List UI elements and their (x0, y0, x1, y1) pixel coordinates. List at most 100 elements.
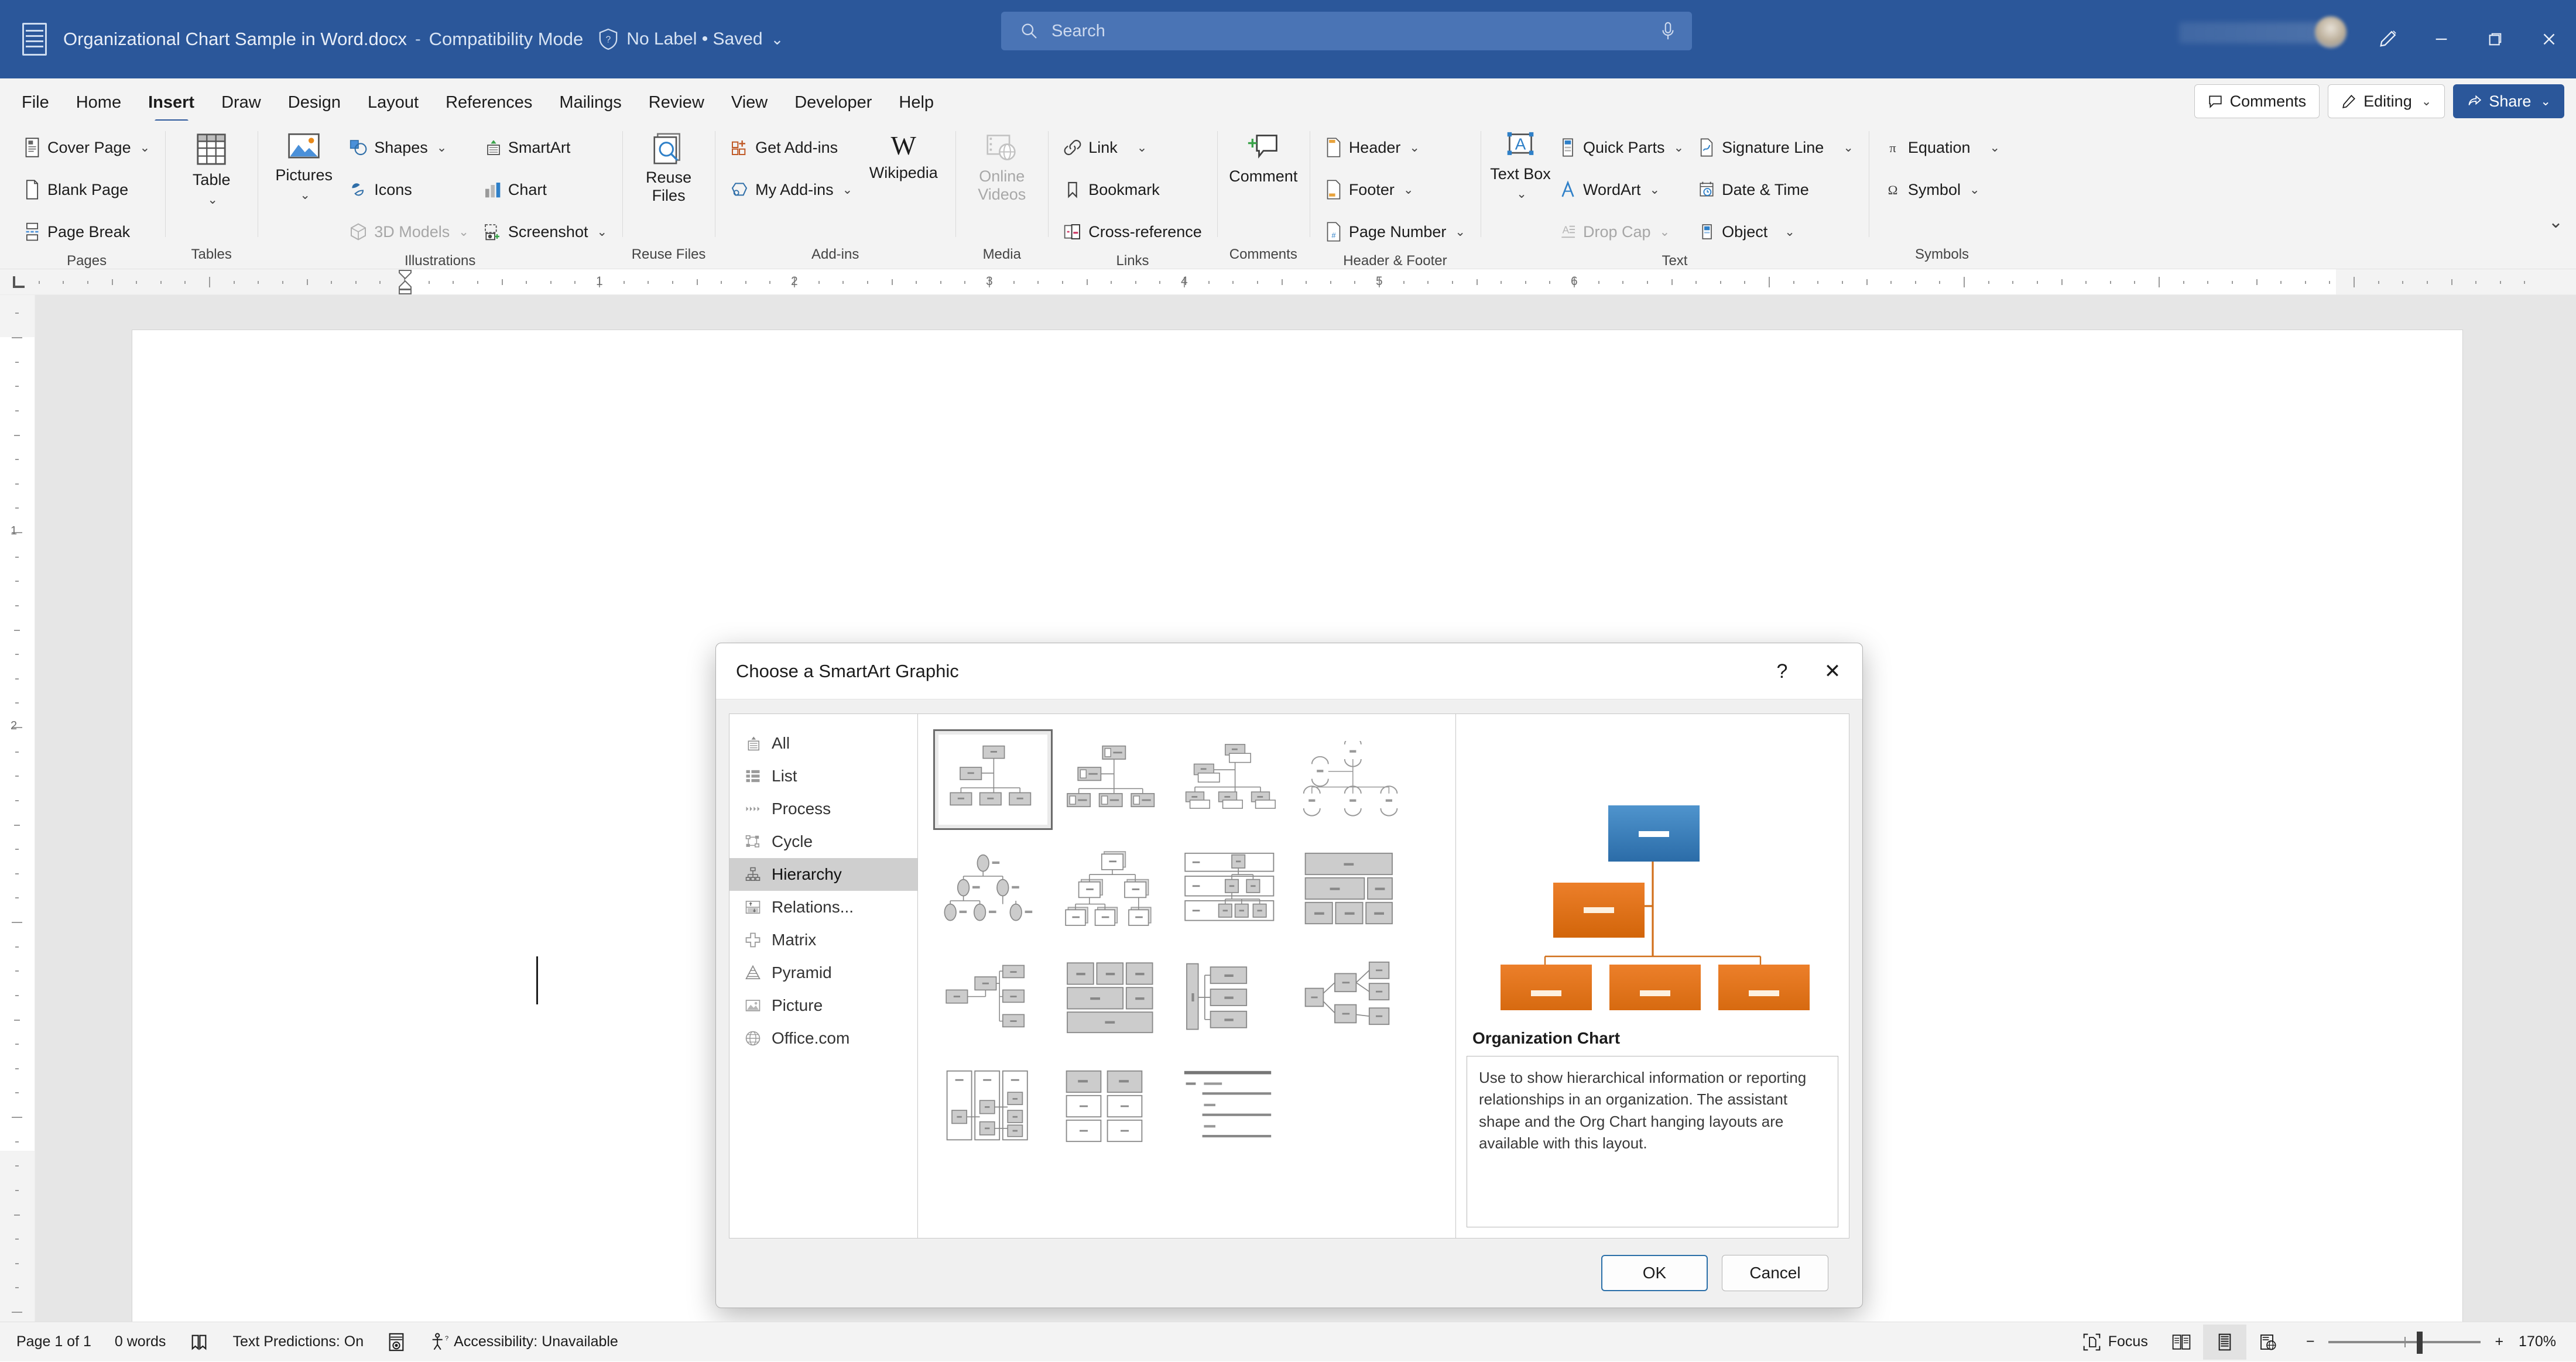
document-title[interactable]: Organizational Chart Sample in Word.docx (63, 29, 407, 50)
category-item-cycle[interactable]: Cycle (729, 825, 917, 858)
search-input[interactable] (1051, 21, 1659, 41)
tab-design[interactable]: Design (275, 85, 354, 121)
category-item-relationship[interactable]: Relations... (729, 891, 917, 924)
tab-developer[interactable]: Developer (781, 85, 885, 121)
chevron-down-icon[interactable]: ⌄ (771, 30, 784, 49)
tab-file[interactable]: File (8, 85, 63, 121)
avatar[interactable] (2315, 16, 2347, 48)
tab-mailings[interactable]: Mailings (546, 85, 635, 121)
gallery-item-labeled-hierarchy[interactable] (1053, 838, 1172, 939)
link-button[interactable]: Link ⌄ (1056, 126, 1209, 169)
page-count[interactable]: Page 1 of 1 (0, 1322, 103, 1362)
gallery-item-horizontal-multi-level-hierarchy[interactable] (1292, 947, 1411, 1048)
pictures-button[interactable]: Pictures ⌄ (266, 126, 342, 203)
equation-button[interactable]: π Equation ⌄ (1877, 126, 2007, 169)
gallery-item-table-hierarchy[interactable] (1172, 838, 1292, 939)
accessibility-icon[interactable]: ? (417, 1322, 454, 1362)
search-box[interactable] (1001, 12, 1692, 50)
object-button[interactable]: Object ⌄ (1691, 211, 1861, 253)
bookmark-button[interactable]: Bookmark (1056, 169, 1209, 211)
close-icon[interactable]: ✕ (1806, 643, 1859, 699)
gallery-item-hierarchy-list[interactable] (1053, 947, 1172, 1048)
shapes-button[interactable]: Shapes ⌄ (342, 126, 476, 169)
zoom-in-button[interactable]: + (2491, 1322, 2507, 1362)
tab-home[interactable]: Home (63, 85, 135, 121)
zoom-level[interactable]: 170% (2507, 1322, 2576, 1362)
chart-button[interactable]: Chart (476, 169, 614, 211)
page-break-button[interactable]: Page Break (16, 211, 157, 253)
indent-marker-icon[interactable] (397, 269, 413, 294)
gallery-item-picture-organization-chart[interactable] (1172, 1056, 1292, 1157)
tab-layout[interactable]: Layout (354, 85, 432, 121)
symbol-button[interactable]: Ω Symbol ⌄ (1877, 169, 2007, 211)
cancel-button[interactable]: Cancel (1722, 1255, 1828, 1291)
zoom-out-button[interactable]: − (2290, 1322, 2318, 1362)
table-button[interactable]: Table ⌄ (173, 126, 249, 207)
gallery-item-organization-chart[interactable] (933, 729, 1053, 830)
zoom-slider-thumb[interactable] (2417, 1331, 2423, 1354)
gallery-item-circle-picture-hierarchy[interactable] (1292, 729, 1411, 830)
text-predictions-status[interactable]: Text Predictions: On (221, 1322, 375, 1362)
reuse-files-button[interactable]: Reuse Files (631, 126, 707, 205)
share-button[interactable]: Share ⌄ (2453, 84, 2564, 118)
category-item-picture[interactable]: Picture (729, 989, 917, 1022)
gallery-item-architecture-layout[interactable] (1292, 838, 1411, 939)
text-box-button[interactable]: A Text Box ⌄ (1489, 126, 1552, 201)
gallery-item-half-circle-organization-chart[interactable] (1172, 729, 1292, 830)
gallery-item-lined-list[interactable] (1053, 1056, 1172, 1157)
quick-parts-button[interactable]: Quick Parts ⌄ (1552, 126, 1691, 169)
tab-draw[interactable]: Draw (208, 85, 275, 121)
gallery-item-horizontal-organization-chart[interactable] (933, 947, 1053, 1048)
get-addins-button[interactable]: Get Add-ins (723, 126, 859, 169)
category-item-pyramid[interactable]: Pyramid (729, 956, 917, 989)
smartart-button[interactable]: SmartArt (476, 126, 614, 169)
web-layout-icon[interactable] (2246, 1325, 2290, 1360)
proofing-errors-icon[interactable] (177, 1322, 221, 1362)
date-time-button[interactable]: Date & Time (1691, 169, 1861, 211)
category-item-list[interactable]: List (729, 760, 917, 793)
icons-button[interactable]: Icons (342, 169, 476, 211)
header-button[interactable]: Header ⌄ (1318, 126, 1472, 169)
print-layout-icon[interactable] (2202, 1324, 2246, 1360)
microphone-icon[interactable] (1659, 21, 1677, 41)
accessibility-status[interactable]: Accessibility: Unavailable (454, 1322, 630, 1362)
category-item-office-com[interactable]: Office.com (729, 1022, 917, 1055)
horizontal-ruler[interactable]: 1 2 3 4 5 6 (0, 269, 2576, 295)
minimize-icon[interactable] (2414, 0, 2468, 78)
close-icon[interactable] (2522, 0, 2576, 78)
tab-insert[interactable]: Insert (135, 85, 208, 121)
gallery-item-horizontal-labeled-hierarchy[interactable] (933, 1056, 1053, 1157)
comment-button[interactable]: Comment (1225, 126, 1301, 186)
vertical-ruler[interactable]: 12 (0, 295, 35, 1322)
screenshot-button[interactable]: Screenshot ⌄ (476, 211, 614, 253)
focus-button[interactable]: Focus (2071, 1322, 2160, 1362)
help-icon[interactable]: ? (1756, 643, 1808, 699)
cover-page-button[interactable]: Cover Page ⌄ (16, 126, 157, 169)
record-icon[interactable] (375, 1322, 417, 1362)
pen-highlighter-icon[interactable] (2361, 0, 2414, 78)
gallery-item-name-and-title-organization-chart[interactable] (1053, 729, 1172, 830)
footer-button[interactable]: Footer ⌄ (1318, 169, 1472, 211)
tab-review[interactable]: Review (635, 85, 718, 121)
category-item-hierarchy[interactable]: Hierarchy (729, 858, 917, 891)
save-status-label[interactable]: No Label • Saved (626, 29, 762, 49)
category-item-all[interactable]: All (729, 727, 917, 760)
my-addins-button[interactable]: My Add-ins ⌄ (723, 169, 859, 211)
tab-references[interactable]: References (432, 85, 546, 121)
comments-button[interactable]: Comments (2194, 84, 2320, 118)
gallery-item-horizontal-hierarchy[interactable] (1172, 947, 1292, 1048)
wikipedia-button[interactable]: W Wikipedia (859, 126, 947, 182)
zoom-slider[interactable] (2328, 1331, 2481, 1354)
editing-button[interactable]: Editing ⌄ (2328, 84, 2445, 118)
page-number-button[interactable]: # Page Number ⌄ (1318, 211, 1472, 253)
gallery-item-hierarchy[interactable] (933, 838, 1053, 939)
read-mode-icon[interactable] (2160, 1325, 2203, 1360)
category-item-process[interactable]: Process (729, 793, 917, 825)
blank-page-button[interactable]: Blank Page (16, 169, 157, 211)
wordart-button[interactable]: WordArt ⌄ (1552, 169, 1691, 211)
word-count[interactable]: 0 words (103, 1322, 178, 1362)
user-account-name[interactable] (2179, 22, 2331, 43)
left-tab-stop-icon[interactable] (13, 276, 25, 288)
ok-button[interactable]: OK (1601, 1255, 1708, 1291)
ribbon-collapse-chevron-icon[interactable]: ⌄ (2548, 212, 2563, 232)
